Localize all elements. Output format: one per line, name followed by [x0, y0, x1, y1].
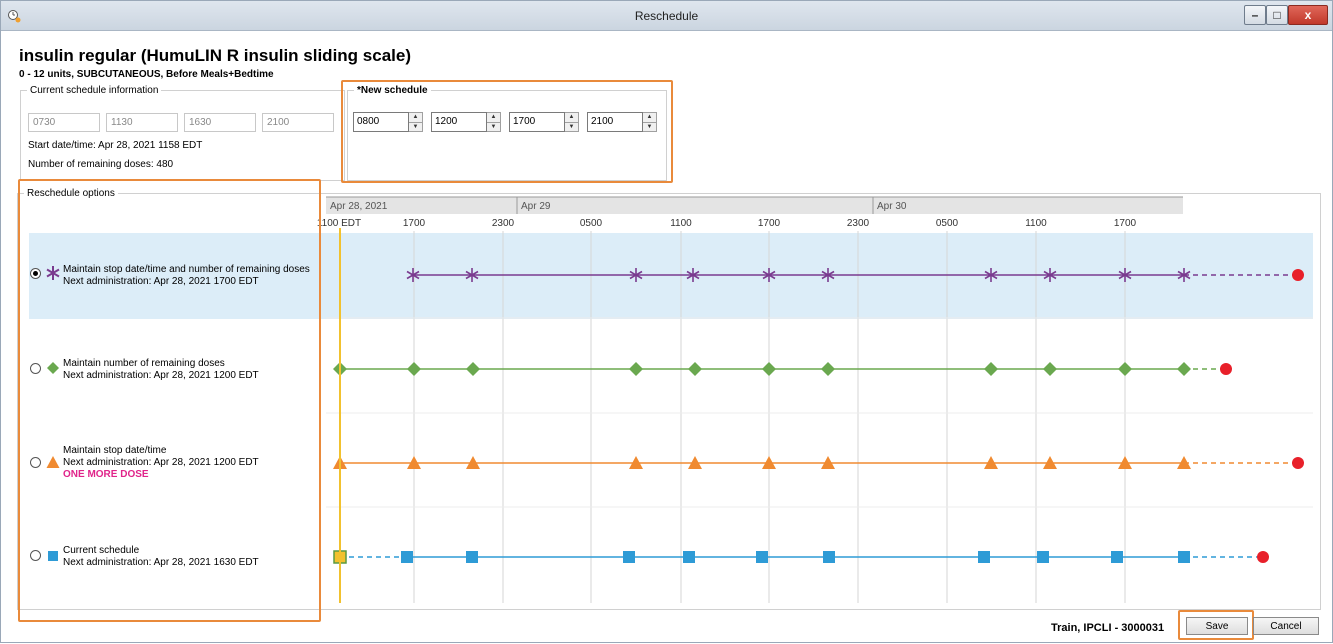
tick-label: 2300 — [847, 218, 870, 229]
dose-marker — [407, 362, 421, 376]
now-label: 1100 EDT — [317, 218, 361, 229]
dose-marker — [688, 362, 702, 376]
save-button[interactable]: Save — [1186, 617, 1248, 635]
reschedule-window: Reschedule – □ x insulin regular (HumuLI… — [0, 0, 1333, 643]
dose-marker — [1177, 362, 1191, 376]
dose-marker — [984, 362, 998, 376]
tick-label: 2300 — [492, 218, 515, 229]
dose-marker — [823, 551, 835, 563]
dose-marker — [1037, 551, 1049, 563]
tick-label: 1700 — [758, 218, 781, 229]
date-label-apr29: Apr 29 — [521, 201, 551, 212]
tick-label: 1100 — [670, 218, 692, 229]
dose-marker — [756, 551, 768, 563]
tick-label: 0500 — [580, 218, 603, 229]
stop-marker — [1257, 551, 1269, 563]
dose-marker — [683, 551, 695, 563]
dose-marker — [401, 551, 413, 563]
dose-marker — [466, 362, 480, 376]
dose-marker — [762, 362, 776, 376]
user-location: Train, IPCLI - 3000031 — [1051, 622, 1165, 634]
dose-marker — [1178, 551, 1190, 563]
dose-marker — [1118, 362, 1132, 376]
tick-label: 1100 — [1025, 218, 1047, 229]
series-diamond — [333, 362, 1232, 376]
series-triangle — [333, 456, 1304, 469]
date-label-apr28: Apr 28, 2021 — [330, 201, 388, 212]
series-square — [333, 550, 1269, 564]
dose-marker — [623, 551, 635, 563]
tick-label: 0500 — [936, 218, 959, 229]
dose-marker — [466, 551, 478, 563]
tick-label: 1700 — [1114, 218, 1137, 229]
dose-marker — [1043, 362, 1057, 376]
dose-marker — [629, 362, 643, 376]
stop-marker — [1220, 363, 1232, 375]
dose-marker — [978, 551, 990, 563]
reschedule-timeline: Apr 28, 2021 Apr 29 Apr 30 1100 EDT 1700… — [317, 196, 1313, 603]
cancel-button[interactable]: Cancel — [1253, 617, 1319, 635]
series-asterisk — [406, 268, 1304, 282]
stop-marker — [1292, 457, 1304, 469]
tick-label: 1700 — [403, 218, 426, 229]
dose-marker — [821, 362, 835, 376]
stop-marker — [1292, 269, 1304, 281]
dose-marker — [1111, 551, 1123, 563]
date-label-apr30: Apr 30 — [877, 201, 907, 212]
date-header-band — [326, 197, 1183, 214]
